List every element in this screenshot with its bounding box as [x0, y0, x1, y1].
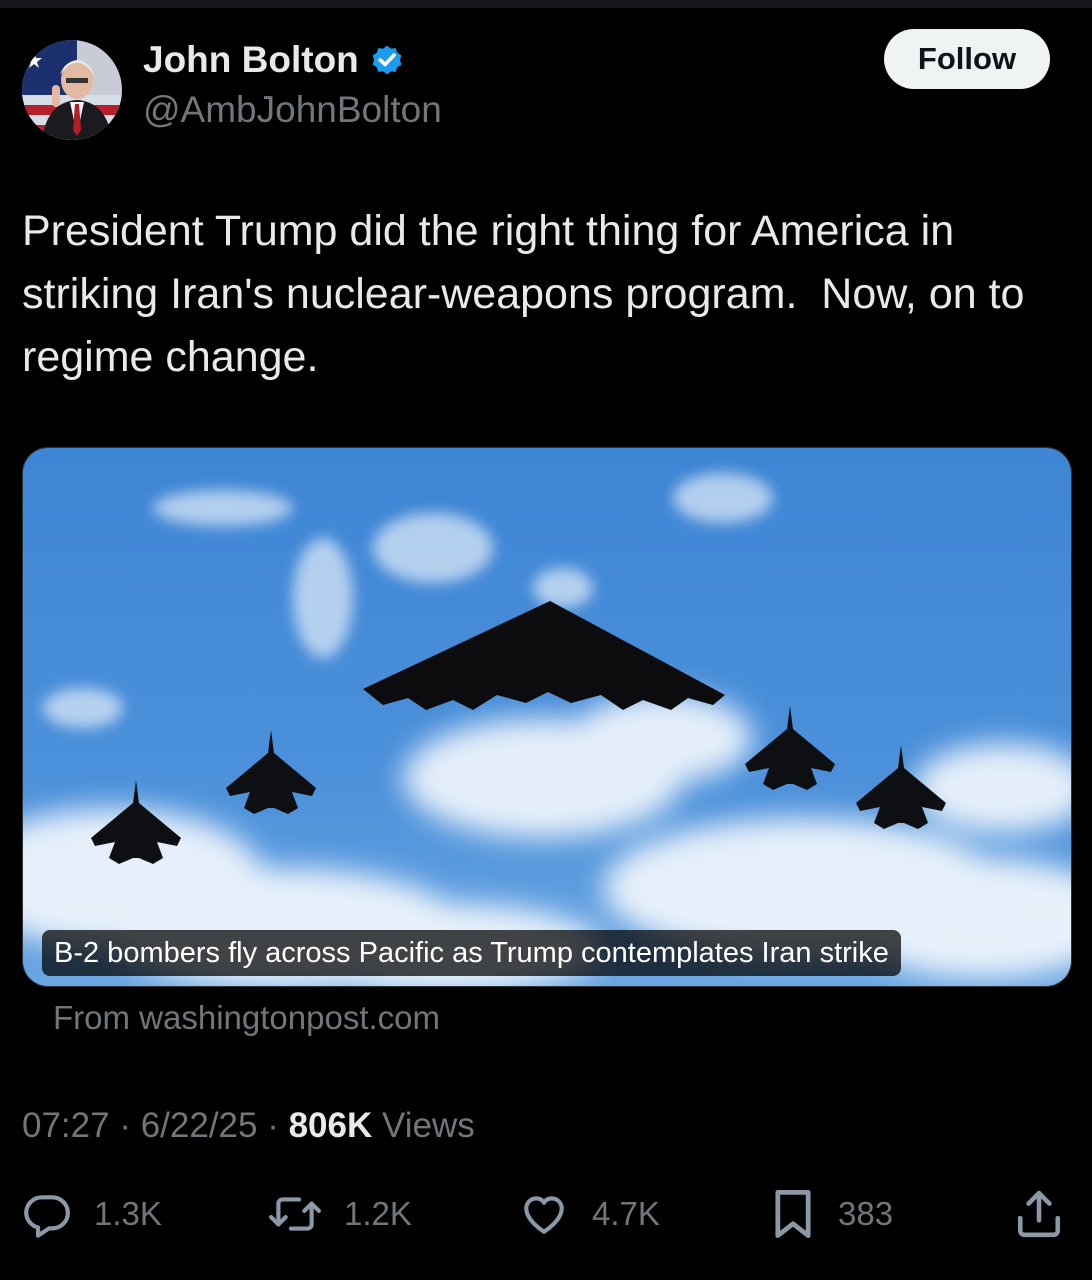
share-button[interactable] — [1016, 1186, 1062, 1242]
repost-icon — [268, 1189, 322, 1239]
meta-separator: · — [109, 1106, 141, 1145]
tweet-page: John Bolton @AmbJohnBolton Follow Presid… — [0, 0, 1092, 1280]
share-icon — [1016, 1189, 1062, 1239]
reply-button[interactable]: 1.3K — [22, 1186, 162, 1242]
reply-icon — [22, 1189, 72, 1239]
link-card[interactable]: B-2 bombers fly across Pacific as Trump … — [22, 447, 1072, 987]
tweet-meta: 07:27 · 6/22/25 · 806K Views — [22, 1104, 475, 1148]
bookmark-button[interactable]: 383 — [770, 1186, 893, 1242]
author-name[interactable]: John Bolton — [143, 38, 405, 82]
card-caption: B-2 bombers fly across Pacific as Trump … — [42, 930, 901, 976]
status-strip — [0, 0, 1092, 8]
card-image — [23, 448, 1071, 986]
verified-badge-icon — [369, 42, 405, 78]
bookmark-count: 383 — [838, 1195, 894, 1232]
repost-count: 1.2K — [344, 1195, 412, 1232]
bookmark-icon — [770, 1188, 816, 1240]
author-avatar[interactable] — [22, 40, 122, 140]
like-count: 4.7K — [592, 1195, 660, 1232]
author-name-text: John Bolton — [143, 39, 359, 80]
tweet-date[interactable]: 6/22/25 — [141, 1106, 258, 1145]
follow-button[interactable]: Follow — [884, 29, 1050, 89]
tweet-text: President Trump did the right thing for … — [22, 207, 1037, 381]
card-source[interactable]: From washingtonpost.com — [53, 996, 440, 1040]
reply-count: 1.3K — [94, 1195, 162, 1232]
heart-icon — [518, 1189, 570, 1239]
meta-separator: · — [257, 1106, 289, 1145]
tweet-time[interactable]: 07:27 — [22, 1106, 110, 1145]
views-count: 806K — [288, 1106, 373, 1145]
repost-button[interactable]: 1.2K — [268, 1186, 412, 1242]
author-handle[interactable]: @AmbJohnBolton — [143, 88, 442, 132]
like-button[interactable]: 4.7K — [518, 1186, 660, 1242]
views-label: Views — [372, 1106, 475, 1145]
